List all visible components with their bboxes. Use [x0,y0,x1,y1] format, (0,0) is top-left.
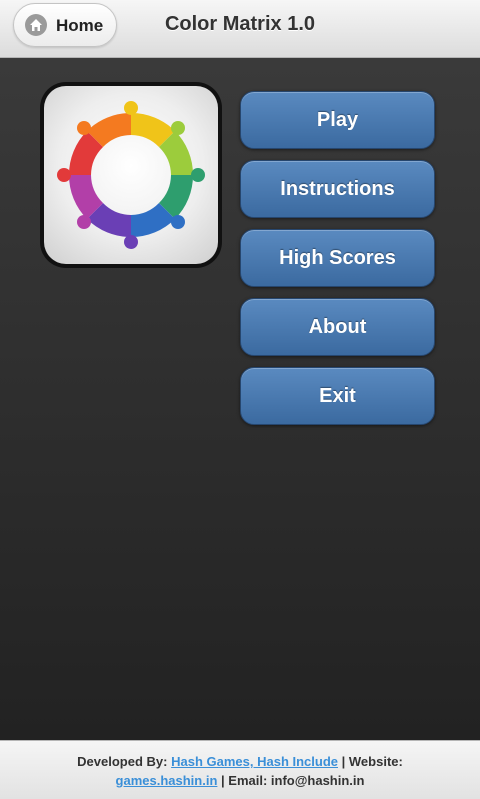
header-bar: Home Color Matrix 1.0 [0,0,480,58]
developed-by-label: Developed By: [77,754,168,769]
play-button[interactable]: Play [240,91,435,149]
exit-button[interactable]: Exit [240,367,435,425]
developer-link[interactable]: Hash Games, Hash Include [171,754,338,769]
instructions-button[interactable]: Instructions [240,160,435,218]
high-scores-button[interactable]: High Scores [240,229,435,287]
email-text: | Email: info@hashin.in [221,773,365,788]
color-wheel-puzzle-icon [57,101,205,249]
about-button[interactable]: About [240,298,435,356]
footer-line-2: games.hashin.in | Email: info@hashin.in [0,771,480,790]
website-label: | Website: [341,754,403,769]
website-link[interactable]: games.hashin.in [116,773,218,788]
page-title: Color Matrix 1.0 [164,13,316,35]
app-logo [40,82,222,268]
main-content: Play Instructions High Scores About Exit [0,58,480,740]
footer-line-1: Developed By: Hash Games, Hash Include |… [0,752,480,771]
footer-bar: Developed By: Hash Games, Hash Include |… [0,740,480,799]
